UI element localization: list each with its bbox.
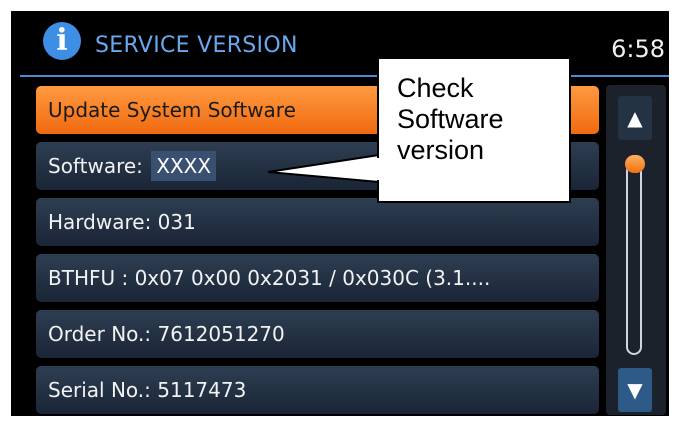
callout-box: Check Software version (377, 57, 571, 203)
callout-pointer (267, 153, 380, 184)
callout-line: version (397, 135, 485, 165)
callout-text: Check Software version (397, 73, 504, 166)
callout-line: Check (397, 73, 474, 103)
callout-line: Software (397, 104, 504, 134)
